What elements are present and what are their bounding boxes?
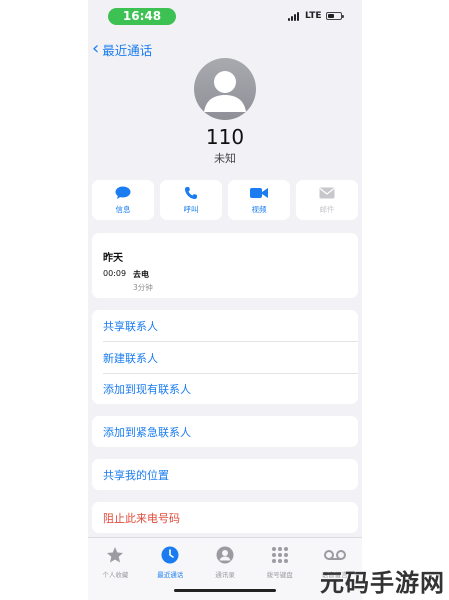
mail-label: 邮件 bbox=[319, 205, 335, 214]
call-label: 呼叫 bbox=[183, 205, 199, 214]
tab-keypad-label: 拨号键盘 bbox=[266, 571, 293, 579]
video-button[interactable]: 视频 bbox=[228, 180, 290, 220]
contact-number: 110 bbox=[205, 125, 245, 149]
recent-day: 昨天 bbox=[103, 253, 123, 264]
tab-recents-label: 最近通话 bbox=[157, 571, 184, 579]
recent-call-type: 去电 bbox=[133, 270, 149, 279]
add-emergency-contact-button[interactable]: 添加到紧急联系人 bbox=[103, 416, 358, 447]
emergency-contact-card: 添加到紧急联系人 bbox=[92, 416, 358, 447]
network-type: LTE bbox=[305, 11, 322, 21]
status-time[interactable]: 16:48 bbox=[108, 8, 176, 25]
contact-label: 未知 bbox=[214, 152, 236, 165]
recent-call-time: 00:09 bbox=[103, 269, 127, 278]
phone-icon bbox=[185, 187, 197, 199]
phone-screen: 16:48 LTE ‹ 最近通话 110 未知 信息 呼叫 视频 邮件 昨天 0… bbox=[88, 0, 362, 600]
tab-favorites[interactable]: 个人收藏 bbox=[88, 545, 142, 600]
share-contact-button[interactable]: 共享联系人 bbox=[103, 310, 358, 341]
add-to-existing-contact-button[interactable]: 添加到现有联系人 bbox=[103, 373, 358, 404]
recent-calls-card: 昨天 00:09 去电 3分钟 bbox=[92, 233, 358, 298]
status-bar: 16:48 LTE bbox=[88, 0, 362, 32]
back-label: 最近通话 bbox=[102, 42, 153, 58]
new-contact-button[interactable]: 新建联系人 bbox=[103, 342, 358, 373]
block-caller-card: 阻止此来电号码 bbox=[92, 502, 358, 533]
back-button[interactable]: ‹ 最近通话 bbox=[92, 39, 152, 59]
contact-avatar bbox=[194, 58, 256, 120]
recent-call-duration: 3分钟 bbox=[133, 283, 153, 292]
block-caller-button[interactable]: 阻止此来电号码 bbox=[103, 502, 358, 533]
keypad-icon bbox=[271, 547, 288, 563]
contacts-icon bbox=[216, 546, 234, 564]
share-location-card: 共享我的位置 bbox=[92, 459, 358, 490]
message-label: 信息 bbox=[115, 205, 131, 214]
star-icon bbox=[107, 547, 124, 563]
video-label: 视频 bbox=[251, 205, 267, 214]
tab-contacts-label: 通讯录 bbox=[215, 571, 235, 579]
tab-favorites-label: 个人收藏 bbox=[102, 571, 129, 579]
contact-options-card: 共享联系人 新建联系人 添加到现有联系人 bbox=[92, 310, 358, 404]
watermark-text: 元码手游网 bbox=[320, 568, 445, 597]
person-silhouette-icon bbox=[204, 71, 246, 112]
call-button[interactable]: 呼叫 bbox=[160, 180, 222, 220]
chevron-left-icon: ‹ bbox=[92, 38, 100, 59]
video-camera-icon bbox=[250, 188, 268, 198]
voicemail-icon bbox=[323, 550, 346, 560]
mail-icon bbox=[319, 187, 335, 199]
message-button[interactable]: 信息 bbox=[92, 180, 154, 220]
quick-actions: 信息 呼叫 视频 邮件 bbox=[92, 180, 358, 220]
site-watermark: 元码手游网 bbox=[320, 563, 445, 597]
signal-strength-icon bbox=[288, 12, 302, 21]
message-bubble-icon bbox=[115, 186, 131, 199]
home-indicator bbox=[174, 589, 276, 592]
share-location-button[interactable]: 共享我的位置 bbox=[103, 459, 358, 490]
battery-icon bbox=[326, 12, 344, 20]
mail-button[interactable]: 邮件 bbox=[296, 180, 358, 220]
clock-icon bbox=[161, 546, 179, 564]
